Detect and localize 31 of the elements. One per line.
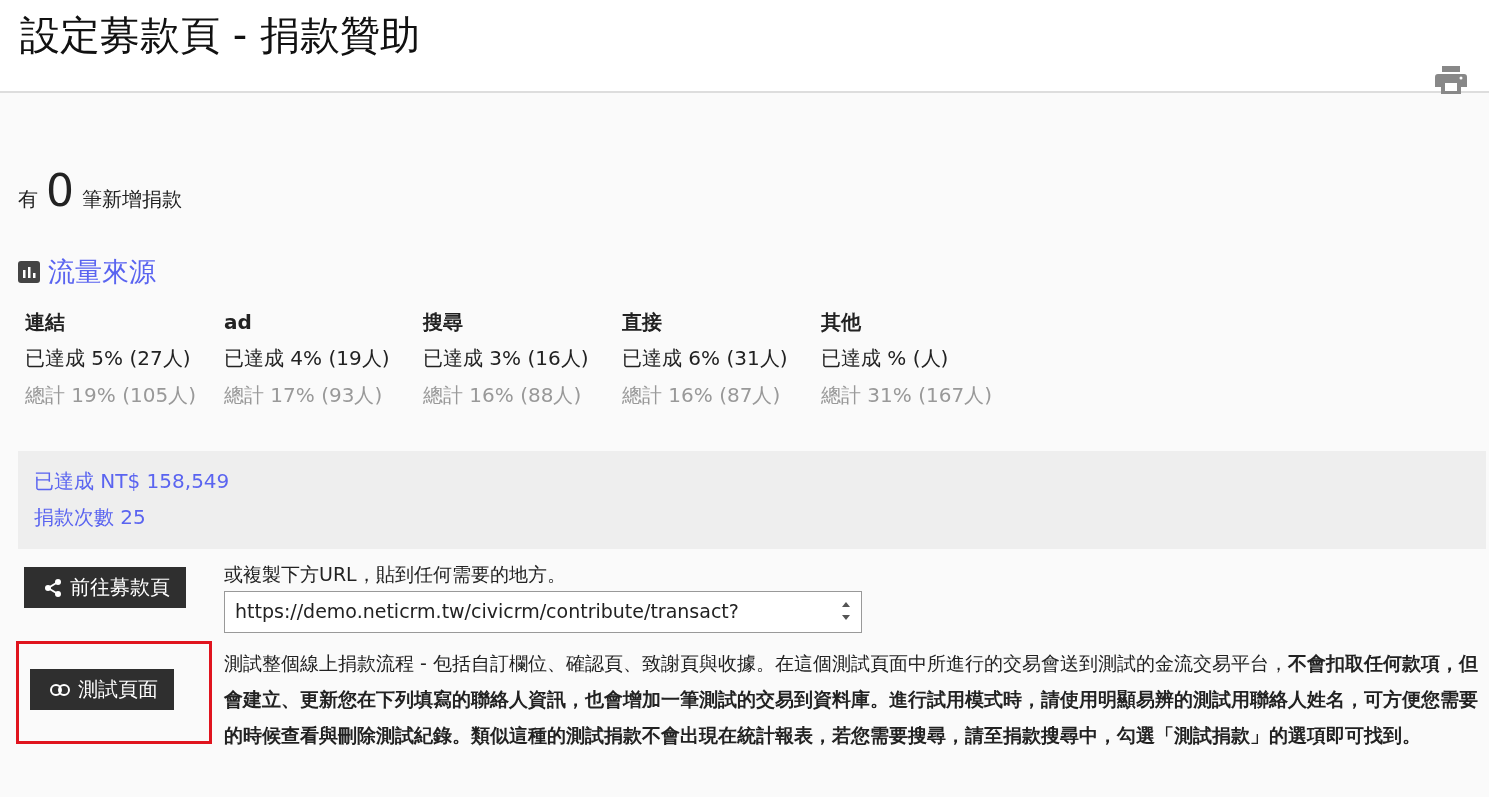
print-icon[interactable] — [1435, 66, 1467, 94]
source-total: 總計 16% (88人) — [423, 382, 583, 409]
source-total: 總計 17% (93人) — [224, 382, 384, 409]
share-icon — [44, 578, 62, 597]
test-description: 測試整個線上捐款流程 - 包括自訂欄位、確認頁、致謝頁與收據。在這個測試頁面中所進行的交易會送到測試的金流交易平台，不會扣取任何款項，但會建立、更新您在下列填寫的聯絡人資訊，也會增加一筆測試的交易到資料庫。進行試用模式時，請使用明顯易辨的測試用聯絡人姓名，可方便您需要的時候查看與刪除測試紀錄。類似這種的測試捐款不會出現在統計報表，若您需要搜尋，請至捐款搜尋中，勾選「測試捐款」的選項即可找到。 — [224, 651, 1479, 748]
source-name: ad — [224, 309, 253, 336]
traffic-source-heading: 流量來源 — [48, 255, 156, 289]
source-name: 搜尋 — [423, 309, 464, 336]
count-suffix: 筆新增捐款 — [82, 186, 182, 213]
page-title: 設定募款頁 - 捐款贊助 — [20, 11, 420, 60]
source-total: 總計 19% (105人) — [25, 382, 197, 409]
source-achieved: 已達成 % (人) — [821, 345, 950, 372]
source-total: 總計 16% (87人) — [622, 382, 782, 409]
source-achieved: 已達成 4% (19人) — [224, 345, 391, 372]
source-achieved: 已達成 6% (31人) — [622, 345, 789, 372]
summary-text: 捐款次數 25 — [34, 504, 147, 531]
link-icon — [50, 683, 70, 696]
source-name: 其他 — [821, 309, 862, 336]
source-name: 連結 — [25, 309, 66, 336]
bar-chart-icon — [18, 261, 40, 283]
source-achieved: 已達成 3% (16人) — [423, 345, 590, 372]
count-prefix: 有 — [18, 186, 38, 213]
test-page-button[interactable]: 測試頁面 — [30, 669, 174, 710]
source-total: 總計 31% (167人) — [821, 382, 993, 409]
source-name: 直接 — [622, 309, 663, 336]
go-to-page-button[interactable]: 前往募款頁 — [24, 567, 186, 608]
url-hint: 或複製下方URL，貼到任何需要的地方。 — [224, 562, 567, 587]
url-field[interactable]: https://demo.neticrm.tw/civicrm/contribute/transact? — [224, 591, 862, 633]
source-achieved: 已達成 5% (27人) — [25, 345, 192, 372]
summary-text: 已達成 NT$ 158,549 — [34, 468, 231, 495]
new-donation-count: 0 — [46, 165, 74, 216]
